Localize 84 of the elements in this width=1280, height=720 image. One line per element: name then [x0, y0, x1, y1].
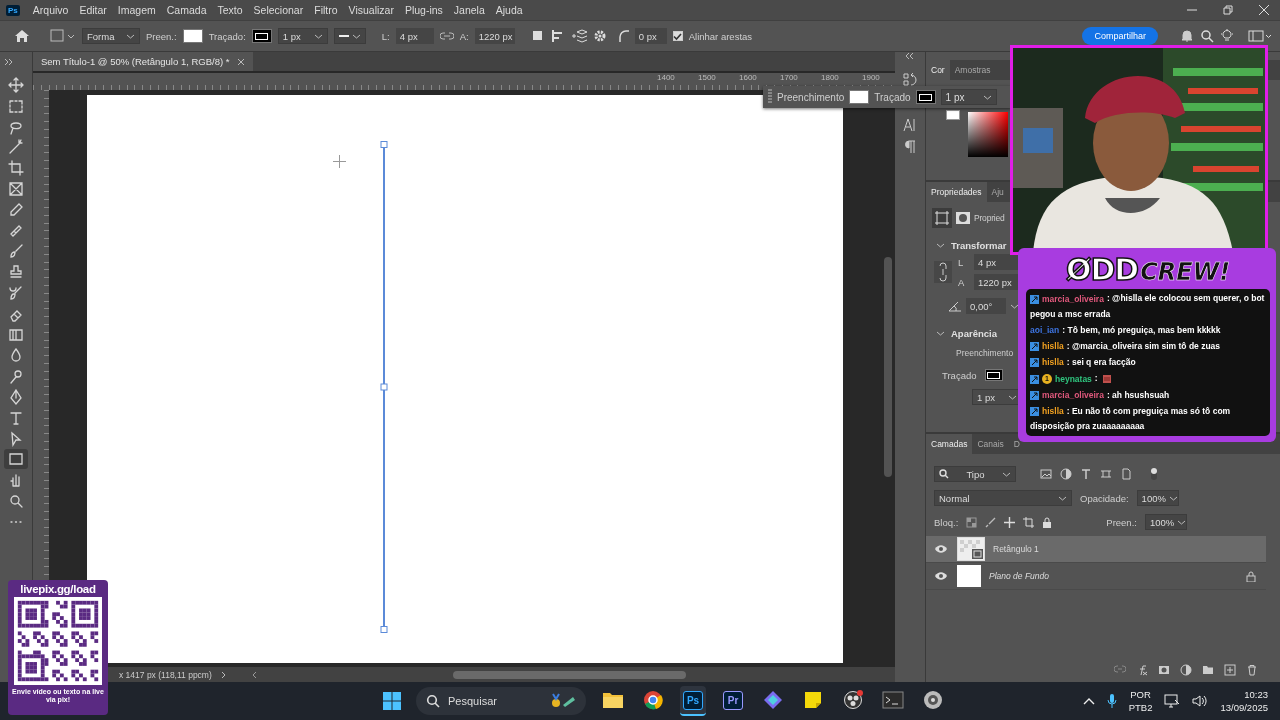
- angle-field[interactable]: 0,00°: [966, 298, 1006, 314]
- stroke-width-dropdown[interactable]: 1 px: [940, 89, 997, 105]
- stroke-label: Traçado: [874, 91, 911, 103]
- chat-username: hislla: [1042, 356, 1064, 370]
- clock-date[interactable]: 13/09/2025: [1220, 701, 1268, 714]
- width-label: L: [958, 256, 965, 268]
- chat-message: hislla : @marcia_oliveira sim sim tô de zuas: [1030, 338, 1266, 354]
- chat-message: marcia_oliveira : ah hsushsuah: [1030, 387, 1266, 403]
- layer-name[interactable]: Plano de Fundo: [989, 571, 1050, 581]
- fill-label: Preenchimento: [777, 91, 845, 103]
- chat-username: hislla: [1042, 340, 1064, 353]
- menu-item[interactable]: Texto: [217, 4, 243, 16]
- panel-tab[interactable]: Camadas: [926, 434, 973, 454]
- ruler-label: 1900: [861, 73, 881, 82]
- ruler-label: 1400: [656, 73, 676, 82]
- share-button[interactable]: Compartilhar: [1082, 27, 1158, 45]
- fill-field[interactable]: 100%: [1144, 514, 1187, 530]
- ruler-label: 1600: [738, 73, 758, 82]
- chat-username: heynatas: [1055, 372, 1092, 386]
- fill-label: Preen.:: [1106, 516, 1137, 528]
- chat-username: marcia_oliveira: [1042, 292, 1104, 306]
- menu-item[interactable]: Editar: [79, 4, 107, 16]
- filter-dropdown[interactable]: Tipo: [934, 466, 1016, 482]
- chat-username: marcia_oliveira: [1042, 388, 1104, 402]
- menu-item[interactable]: Selecionar: [253, 4, 304, 16]
- menu-item[interactable]: Ajuda: [495, 4, 523, 16]
- menu-item[interactable]: Janela: [453, 4, 485, 16]
- fill-label: Preenchimento: [956, 348, 1014, 358]
- panel-tab[interactable]: D: [1008, 434, 1025, 454]
- status-text: x 1417 px (118,11 ppcm): [119, 669, 212, 680]
- opacity-field[interactable]: 100%: [1136, 490, 1179, 506]
- menu-item[interactable]: Arquivo: [32, 4, 69, 16]
- width-field[interactable]: 4 px: [395, 28, 434, 44]
- document-tab[interactable]: Sem Título-1 @ 50% (Retângulo 1, RGB/8) *: [33, 52, 254, 71]
- search-field[interactable]: Pesquisar: [446, 694, 544, 708]
- menu-item[interactable]: Filtro: [314, 4, 338, 16]
- panel-tab[interactable]: Aju: [986, 182, 1009, 202]
- app-icon[interactable]: Ps: [683, 690, 703, 710]
- menu-item[interactable]: Camada: [166, 4, 207, 16]
- opacity-label: Opacidade:: [1080, 492, 1129, 504]
- chat-message: hislla : Eu não tô com preguiça mas só tô com disposição pra zuaaaaaaaaa: [1030, 403, 1232, 433]
- width-label: L:: [381, 30, 390, 42]
- properties-subtitle: Propried: [974, 213, 1005, 223]
- mode-dropdown[interactable]: Forma: [82, 28, 140, 44]
- stroke-width-dropdown[interactable]: 1 px: [277, 28, 328, 44]
- layer-name[interactable]: Retângulo 1: [993, 544, 1039, 554]
- ruler-label: 1800: [820, 73, 840, 82]
- livepix-url: livepix.gg/load: [20, 583, 96, 595]
- stroke-label: Traçado: [942, 369, 977, 381]
- height-label: A:: [459, 30, 469, 42]
- height-label: A: [958, 276, 966, 288]
- logo-text: CREW!: [1140, 258, 1231, 286]
- language-indicator[interactable]: POR: [1130, 688, 1151, 701]
- radius-field[interactable]: 0 px: [634, 28, 667, 44]
- chat-username: hislla: [1042, 405, 1064, 418]
- chat-message: marcia_oliveira : @hislla ele colocou sem querer, o bot pegou a msc errada: [1030, 291, 1266, 321]
- panel-tab[interactable]: Cor: [926, 60, 950, 80]
- app-icon[interactable]: Pr: [723, 690, 743, 710]
- panel-tab[interactable]: Amostras: [949, 60, 996, 80]
- keyboard-layout[interactable]: PTB2: [1128, 701, 1153, 714]
- section-title: Transformar: [951, 240, 1007, 251]
- app-logo[interactable]: Ps: [6, 4, 20, 16]
- height-field[interactable]: 1220 px: [474, 28, 515, 44]
- chat-username: aoi_ian: [1030, 323, 1060, 337]
- menu-item[interactable]: Plug-ins: [404, 4, 443, 16]
- lock-label: Bloq.:: [934, 516, 959, 528]
- align-edges-label: Alinhar arestas: [688, 30, 753, 42]
- section-title: Aparência: [951, 328, 997, 339]
- chat-message: aoi_ian : Tô bem, mó preguiça, mas bem kkkkk: [1030, 322, 1266, 338]
- ruler-label: 1700: [779, 73, 799, 82]
- blend-mode-dropdown[interactable]: Normal: [934, 490, 1072, 506]
- layer-row[interactable]: Plano de Fundo: [926, 563, 1266, 590]
- clock-time[interactable]: 10:23: [1244, 688, 1268, 701]
- menu-item[interactable]: Imagem: [117, 4, 156, 16]
- search-bar[interactable]: Pesquisar: [416, 687, 586, 715]
- ruler-label: 1500: [697, 73, 717, 82]
- menu-item[interactable]: Visualizar: [348, 4, 394, 16]
- logo-text: ØDD: [1065, 252, 1139, 287]
- fill-label: Preen.:: [146, 30, 177, 42]
- panel-tab[interactable]: Propriedades: [926, 182, 987, 202]
- layer-row[interactable]: Retângulo 1: [926, 536, 1266, 563]
- stroke-label: Traçado:: [208, 30, 246, 42]
- panel-tab[interactable]: Canais: [972, 434, 1009, 454]
- chat-message: hislla : sei q era facção: [1030, 355, 1266, 371]
